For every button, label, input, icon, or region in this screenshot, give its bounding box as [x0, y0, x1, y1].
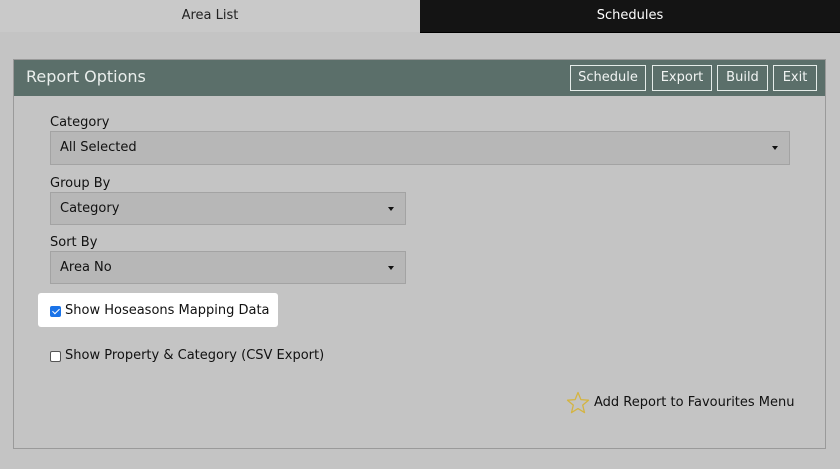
add-to-favourites-link[interactable]: Add Report to Favourites Menu [594, 395, 795, 410]
sort-by-label: Sort By [50, 235, 98, 250]
property-category-label[interactable]: Show Property & Category (CSV Export) [65, 348, 324, 363]
schedule-button[interactable]: Schedule [570, 65, 646, 91]
panel-header: Report Options Schedule Export Build Exi… [14, 60, 825, 96]
export-button[interactable]: Export [652, 65, 712, 91]
exit-button[interactable]: Exit [773, 65, 817, 91]
tab-schedules[interactable]: Schedules [420, 0, 840, 33]
panel-title: Report Options [26, 67, 146, 86]
chevron-down-icon [388, 266, 394, 270]
star-icon[interactable] [566, 391, 590, 415]
hoseasons-mapping-label[interactable]: Show Hoseasons Mapping Data [65, 303, 270, 318]
group-by-label: Group By [50, 176, 111, 191]
category-value: All Selected [60, 140, 137, 155]
hoseasons-mapping-checkbox[interactable] [50, 306, 61, 317]
group-by-select[interactable]: Category [50, 192, 406, 225]
category-select[interactable]: All Selected [50, 131, 790, 165]
category-label: Category [50, 115, 110, 130]
group-by-value: Category [60, 201, 120, 216]
tab-bar: Area List Schedules [0, 0, 840, 33]
build-button[interactable]: Build [717, 65, 768, 91]
sort-by-value: Area No [60, 260, 112, 275]
tab-area-list[interactable]: Area List [0, 0, 420, 32]
chevron-down-icon [772, 146, 778, 150]
property-category-checkbox[interactable] [50, 351, 61, 362]
chevron-down-icon [388, 207, 394, 211]
sort-by-select[interactable]: Area No [50, 251, 406, 284]
